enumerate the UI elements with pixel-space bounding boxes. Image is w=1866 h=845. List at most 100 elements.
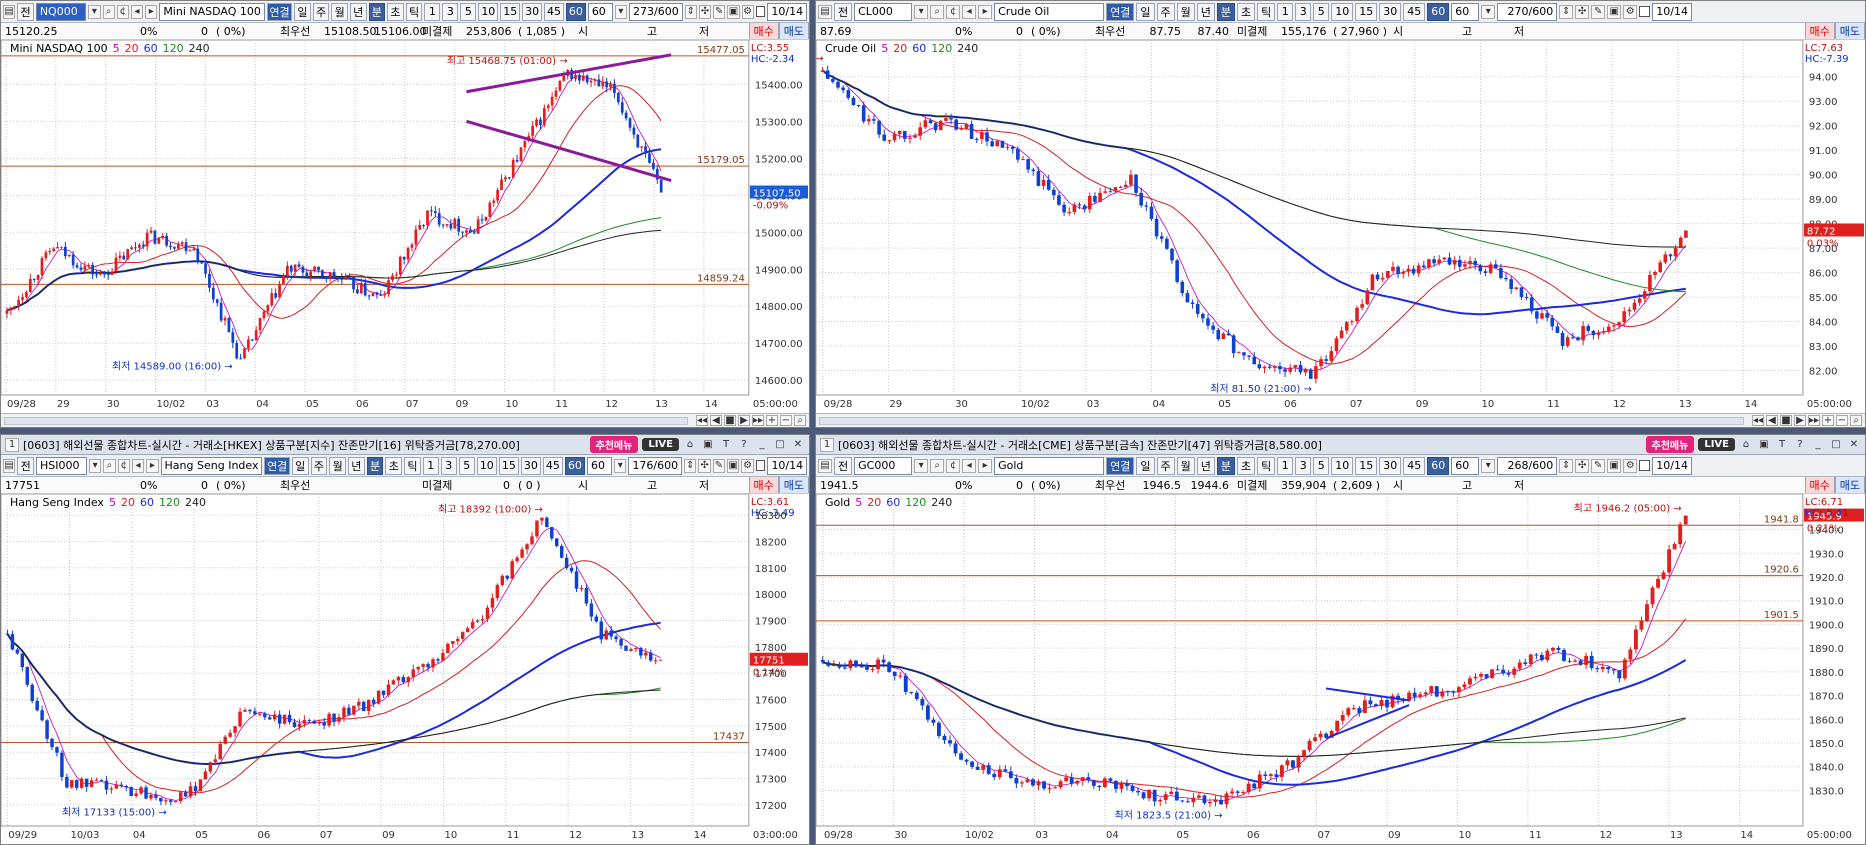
crosshair-icon[interactable]: ✣ xyxy=(698,458,711,473)
tick-button[interactable]: 30 xyxy=(1379,2,1402,21)
sell-button[interactable]: 매도 xyxy=(778,477,809,493)
tick-button[interactable]: 30 xyxy=(522,2,543,21)
chevron-down-icon[interactable]: ▾ xyxy=(1481,4,1496,19)
home-icon[interactable]: ⌂ xyxy=(683,438,697,452)
interval-button[interactable]: 분 xyxy=(1216,2,1235,21)
zoom-out-icon[interactable]: − xyxy=(1836,415,1848,426)
interval-button[interactable]: 분 xyxy=(366,456,384,475)
chart-canvas[interactable]: 15400.0015300.0015200.0015100.0015000.00… xyxy=(1,40,809,411)
chevron-down-icon[interactable]: ▾ xyxy=(88,458,102,473)
period-button[interactable]: 월 xyxy=(329,456,346,475)
tick-select[interactable]: 60 xyxy=(586,456,613,475)
link-button[interactable]: 연결 xyxy=(266,2,293,21)
nav-control-icon[interactable]: ◂◂ xyxy=(1752,415,1764,426)
tick-button[interactable]: 10 xyxy=(1331,456,1354,475)
home-icon[interactable]: ⌂ xyxy=(1739,438,1753,452)
tick-button[interactable]: 1 xyxy=(422,456,439,475)
symbol-input[interactable]: CL000 xyxy=(854,2,913,21)
live-button[interactable]: LIVE xyxy=(642,438,679,451)
text-icon[interactable]: T xyxy=(719,438,733,452)
chart-canvas[interactable]: 1940.01930.01920.01910.01900.01890.01880… xyxy=(816,494,1865,842)
tick-button[interactable]: 15 xyxy=(1355,456,1378,475)
crosshair-icon[interactable]: ✣ xyxy=(1575,458,1590,473)
buy-button[interactable]: 매수 xyxy=(1804,477,1835,493)
close-icon[interactable]: ✕ xyxy=(791,438,805,452)
period-button[interactable]: 일 xyxy=(1136,2,1155,21)
tick-button[interactable]: 10 xyxy=(478,2,499,21)
tick-button[interactable]: 1 xyxy=(424,2,441,21)
period-button[interactable]: 주 xyxy=(312,2,330,21)
close-icon[interactable]: ✕ xyxy=(1847,438,1861,452)
sound-icon[interactable]: ◂ xyxy=(962,4,977,19)
sell-button[interactable]: 매도 xyxy=(1834,477,1865,493)
sell-button[interactable]: 매도 xyxy=(1834,23,1865,39)
tick-button[interactable]: 3 xyxy=(1295,2,1312,21)
save-icon[interactable]: ▣ xyxy=(1607,4,1622,19)
tick-button[interactable]: 45 xyxy=(542,456,563,475)
chart-type-icon[interactable]: ¢ xyxy=(946,4,961,19)
layout-icon[interactable]: ▤ xyxy=(3,4,16,19)
tick-select[interactable]: 60 xyxy=(587,2,613,21)
draw-icon[interactable]: ✎ xyxy=(712,458,726,473)
chart-type-icon[interactable]: ¢ xyxy=(117,458,130,473)
save-icon[interactable]: ▣ xyxy=(727,4,740,19)
nav-control-icon[interactable]: ▶ xyxy=(1794,415,1806,426)
period-button[interactable]: 년 xyxy=(1196,456,1215,475)
gear-icon[interactable]: ⚙ xyxy=(741,4,754,19)
sound-icon[interactable]: ◂ xyxy=(130,4,144,19)
interval-button[interactable]: 틱 xyxy=(404,456,421,475)
spin-icon[interactable]: ⇕ xyxy=(684,458,697,473)
tick-button[interactable]: 10 xyxy=(1331,2,1354,21)
chart-nav-bar[interactable]: ◂◂ ◀ ■ ▶ ▸▸ + − ⌕ xyxy=(816,413,1865,427)
tick-button[interactable]: 30 xyxy=(520,456,541,475)
tick-button[interactable]: 1 xyxy=(1277,2,1294,21)
nav-control-icon[interactable]: ◂◂ xyxy=(696,415,708,426)
market-mode-button[interactable]: 전 xyxy=(834,456,853,475)
chevron-down-icon[interactable]: ▾ xyxy=(914,4,929,19)
period-button[interactable]: 년 xyxy=(1196,2,1215,21)
chevron-down-icon[interactable]: ▾ xyxy=(614,4,628,19)
search-icon[interactable]: ⌕ xyxy=(794,415,806,426)
tick-button[interactable]: 5 xyxy=(458,456,475,475)
period-button[interactable]: 일 xyxy=(291,456,309,475)
link-button[interactable]: 연결 xyxy=(264,456,290,475)
nav-control-icon[interactable]: ◀ xyxy=(710,415,722,426)
recommended-menu-button[interactable]: 추천메뉴 xyxy=(589,436,639,453)
bar-count-field[interactable]: 273/600 xyxy=(629,2,683,21)
arrow-icon[interactable]: ▸ xyxy=(978,458,993,473)
interval-button[interactable]: 분 xyxy=(368,2,386,21)
draw-icon[interactable]: ✎ xyxy=(1591,458,1606,473)
sell-button[interactable]: 매도 xyxy=(778,23,809,39)
period-button[interactable]: 주 xyxy=(1156,2,1175,21)
market-mode-button[interactable]: 전 xyxy=(17,456,35,475)
link-button[interactable]: 연결 xyxy=(1106,456,1135,475)
draw-icon[interactable]: ✎ xyxy=(713,4,726,19)
tick-button[interactable]: 3 xyxy=(442,2,459,21)
bar-count-field[interactable]: 176/600 xyxy=(628,456,683,475)
tick-button[interactable]: 1 xyxy=(1277,456,1294,475)
search-icon[interactable]: ⌕ xyxy=(103,458,116,473)
chart-canvas[interactable]: 94.0093.0092.0091.0090.0089.0088.0087.00… xyxy=(816,40,1865,411)
crosshair-icon[interactable]: ✣ xyxy=(1575,4,1590,19)
chevron-down-icon[interactable]: ▾ xyxy=(1481,458,1496,473)
gear-icon[interactable]: ⚙ xyxy=(741,458,754,473)
nav-control-icon[interactable]: ■ xyxy=(724,415,736,426)
live-button[interactable]: LIVE xyxy=(1698,438,1735,451)
buy-button[interactable]: 매수 xyxy=(748,23,779,39)
price-chart[interactable]: 18300 18200 18100 18000 17900 17800 17700 17600… xyxy=(1,494,809,842)
interval-button[interactable]: 분 xyxy=(1216,456,1235,475)
recommended-menu-button[interactable]: 추천메뉴 xyxy=(1645,436,1695,453)
spin-icon[interactable]: ⇕ xyxy=(1559,458,1574,473)
chart-type-icon[interactable]: ¢ xyxy=(116,4,129,19)
spin-icon[interactable]: ⇕ xyxy=(684,4,697,19)
symbol-input[interactable]: HSI000 xyxy=(36,456,87,475)
tick-select[interactable]: 60 xyxy=(1451,2,1480,21)
maximize-icon[interactable]: □ xyxy=(1829,438,1843,452)
tick-button[interactable]: 15 xyxy=(500,2,521,21)
period-button[interactable]: 년 xyxy=(347,456,365,475)
gear-icon[interactable]: ⚙ xyxy=(1623,458,1638,473)
tick-button[interactable]: 45 xyxy=(1403,456,1426,475)
nav-control-icon[interactable]: ▶ xyxy=(738,415,750,426)
vertical-splitter[interactable] xyxy=(810,0,815,845)
sound-icon[interactable]: ◂ xyxy=(131,458,145,473)
